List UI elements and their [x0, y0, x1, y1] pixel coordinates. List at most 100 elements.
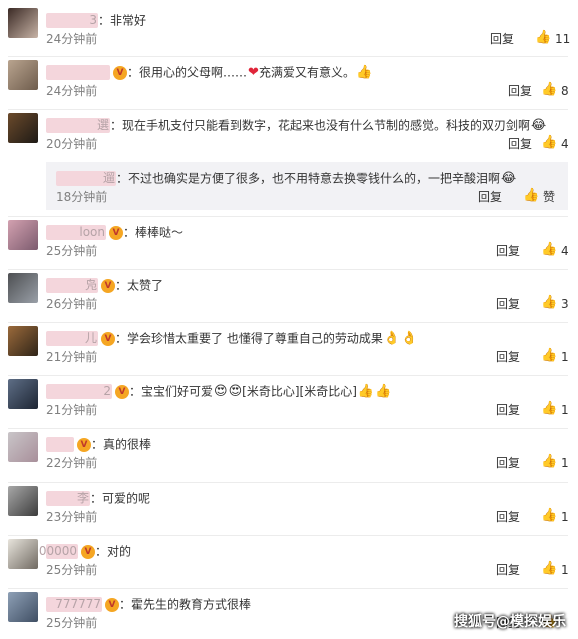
username[interactable]: 儿 — [46, 331, 98, 346]
comment-text: 太赞了 — [127, 278, 164, 293]
comment-time: 26分钟前 — [46, 297, 98, 311]
like-button[interactable]: 👍 赞 — [523, 188, 559, 205]
avatar[interactable] — [8, 486, 38, 516]
vip-badge-icon: V — [101, 278, 115, 293]
comment-text: 霍先生的教育方式很棒 — [131, 597, 252, 612]
emoji-icon: 😂 — [501, 170, 517, 186]
thumbs-up-icon: 👍 — [541, 242, 558, 257]
watermark: 搜狐号@模探娱乐 — [454, 614, 566, 630]
comment-text: 现在手机支付只能看到数字，花起来也没有什么节制的感觉。科技的双刃剑啊 — [122, 118, 531, 133]
like-count: 1 — [561, 350, 569, 364]
like-button[interactable]: 👍 11 — [535, 30, 571, 47]
avatar[interactable] — [8, 273, 38, 303]
reply-button[interactable]: 回复 — [508, 84, 532, 98]
emoji-icon: 😍 — [214, 383, 228, 399]
comment-time: 24分钟前 — [46, 32, 98, 46]
thumbs-up-icon: 👍 — [541, 348, 558, 363]
comment-time: 25分钟前 — [46, 244, 98, 258]
username-tail: 00000 — [38, 544, 77, 558]
vip-badge-icon: V — [109, 225, 123, 240]
vip-badge-icon: V — [113, 65, 127, 80]
comment-text: 宝宝们好可爱 — [141, 384, 214, 399]
like-button[interactable]: 👍 1 — [541, 562, 577, 578]
avatar[interactable] — [8, 220, 38, 250]
heart-icon: ❤ — [248, 64, 259, 80]
username[interactable]: loon — [46, 225, 106, 240]
colon: ： — [91, 437, 104, 452]
thumbs-up-icon: 👍 — [541, 295, 558, 310]
username-tail: 儿 — [84, 331, 97, 345]
username[interactable]: 00000 — [39, 544, 78, 559]
like-button[interactable]: 👍 8 — [541, 82, 577, 99]
thumbs-up-icon: 👍 — [535, 30, 552, 45]
username[interactable]: 遛 — [56, 171, 116, 186]
username[interactable]: 李 — [46, 491, 90, 506]
username[interactable]: 選 — [46, 118, 110, 133]
avatar[interactable] — [8, 592, 38, 622]
avatar[interactable] — [8, 60, 38, 90]
comment-time: 21分钟前 — [46, 350, 98, 364]
comment-divider — [8, 535, 568, 536]
username-tail: 凫 — [84, 278, 97, 292]
comment-text-line: 遛：不过也确实是方便了很多，也不用特意去换零钱什么的，一把辛酸泪啊😂 — [56, 168, 516, 188]
comment-time: 18分钟前 — [56, 190, 108, 204]
username-tail: 777777 — [55, 597, 101, 611]
like-button[interactable]: 👍 1 — [541, 402, 577, 418]
comment-text: 很用心的父母啊…… — [139, 65, 248, 80]
thumbs-up-icon: 👍 — [541, 82, 558, 97]
comment-text-line: 3 ：非常好 — [46, 10, 146, 30]
colon: ： — [115, 278, 128, 293]
avatar[interactable] — [8, 8, 38, 38]
avatar[interactable] — [8, 326, 38, 356]
like-button[interactable]: 👍 1 — [541, 509, 577, 525]
colon: ： — [110, 118, 123, 133]
reply-button[interactable]: 回复 — [496, 350, 520, 364]
reply-button[interactable]: 回复 — [478, 190, 502, 204]
reply-button[interactable]: 回复 — [496, 456, 520, 470]
username[interactable] — [46, 437, 74, 452]
thumbs-up-icon: 👍 — [523, 188, 540, 203]
colon: ： — [98, 13, 111, 28]
emoji-icon: 👍 — [375, 383, 392, 399]
reply-button[interactable]: 回复 — [496, 510, 520, 524]
comment-time: 25分钟前 — [46, 563, 98, 577]
username[interactable] — [46, 65, 110, 80]
avatar[interactable] — [8, 432, 38, 462]
like-button[interactable]: 👍 3 — [541, 295, 577, 312]
emoji-icon: 👌 — [383, 330, 401, 346]
username[interactable]: 3 — [46, 13, 98, 28]
comment-text: 非常好 — [110, 13, 147, 28]
like-button[interactable]: 👍 1 — [541, 348, 577, 365]
like-button[interactable]: 👍 4 — [541, 136, 577, 152]
comment-text: 不过也确实是方便了很多，也不用特意去换零钱什么的，一把辛酸泪啊 — [128, 171, 501, 186]
like-count: 4 — [561, 137, 569, 151]
reply-button[interactable]: 回复 — [496, 297, 520, 311]
username[interactable]: 凫 — [46, 278, 98, 293]
comment-text-line: loon V ：棒棒哒～ — [46, 222, 183, 242]
avatar[interactable] — [8, 379, 38, 409]
comment-divider — [8, 322, 568, 323]
vip-badge-icon: V — [77, 437, 91, 452]
username-tail: 選 — [96, 118, 109, 132]
emoji-icon: 😂 — [531, 117, 547, 133]
username-tail: 李 — [76, 491, 89, 505]
reply-button[interactable]: 回复 — [496, 563, 520, 577]
comment-text: 可爱的呢 — [102, 491, 151, 506]
reply-button[interactable]: 回复 — [490, 32, 514, 46]
colon: ： — [123, 225, 136, 240]
comment-time: 25分钟前 — [46, 616, 98, 630]
avatar[interactable] — [8, 539, 38, 569]
comment-text: 真的很棒 — [103, 437, 152, 452]
avatar[interactable] — [8, 113, 38, 143]
reply-button[interactable]: 回复 — [496, 403, 520, 417]
reply-button[interactable]: 回复 — [496, 244, 520, 258]
vip-badge-icon: V — [81, 544, 95, 559]
like-count: 11 — [555, 32, 571, 46]
username[interactable]: 777777 — [46, 597, 102, 612]
reply-button[interactable]: 回复 — [508, 137, 532, 151]
colon: ： — [95, 544, 108, 559]
comment-text: 学会珍惜太重要了 也懂得了尊重自己的劳动成果 — [127, 331, 383, 346]
like-button[interactable]: 👍 1 — [541, 455, 577, 471]
like-button[interactable]: 👍 4 — [541, 242, 577, 259]
username[interactable]: 2 — [46, 384, 112, 399]
